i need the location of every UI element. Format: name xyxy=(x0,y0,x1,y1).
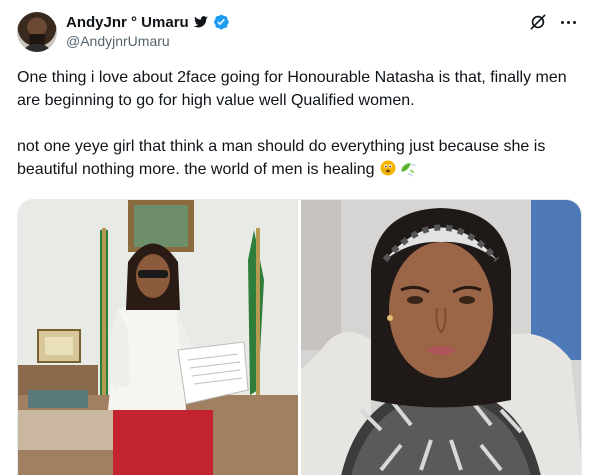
photo-woman-headscarf-portrait[interactable] xyxy=(301,200,581,475)
author-name-row[interactable]: AndyJnr ° Umaru xyxy=(66,12,230,32)
tweet-top-actions xyxy=(528,12,578,32)
tweet-card[interactable]: AndyJnr ° Umaru @AndyjnrUmaru One thing … xyxy=(0,0,590,475)
tweet-paragraph-1: One thing i love about 2face going for H… xyxy=(17,69,567,109)
more-icon[interactable] xyxy=(558,12,578,32)
display-name[interactable]: AndyJnr ° Umaru xyxy=(66,14,189,31)
avatar-shirt xyxy=(21,44,53,52)
photo-right-illustration xyxy=(301,200,581,475)
avatar[interactable] xyxy=(17,12,57,52)
tweet-media[interactable] xyxy=(17,199,582,475)
tweet-paragraph-2: not one yeye girl that think a man shoul… xyxy=(17,135,587,181)
photo-woman-reading-paper[interactable] xyxy=(18,200,298,475)
face-holding-back-tears-icon xyxy=(380,160,396,176)
leaf-fluttering-in-wind-icon xyxy=(400,163,416,177)
verified-badge-icon xyxy=(213,14,229,30)
author-handle[interactable]: @AndyjnrUmaru xyxy=(66,33,170,49)
tweet-paragraph-2-text: not one yeye girl that think a man shoul… xyxy=(17,138,546,178)
tweet-text: One thing i love about 2face going for H… xyxy=(17,66,587,181)
bird-icon xyxy=(193,16,208,28)
photo-left-illustration xyxy=(18,200,298,475)
grok-icon[interactable] xyxy=(528,12,548,32)
